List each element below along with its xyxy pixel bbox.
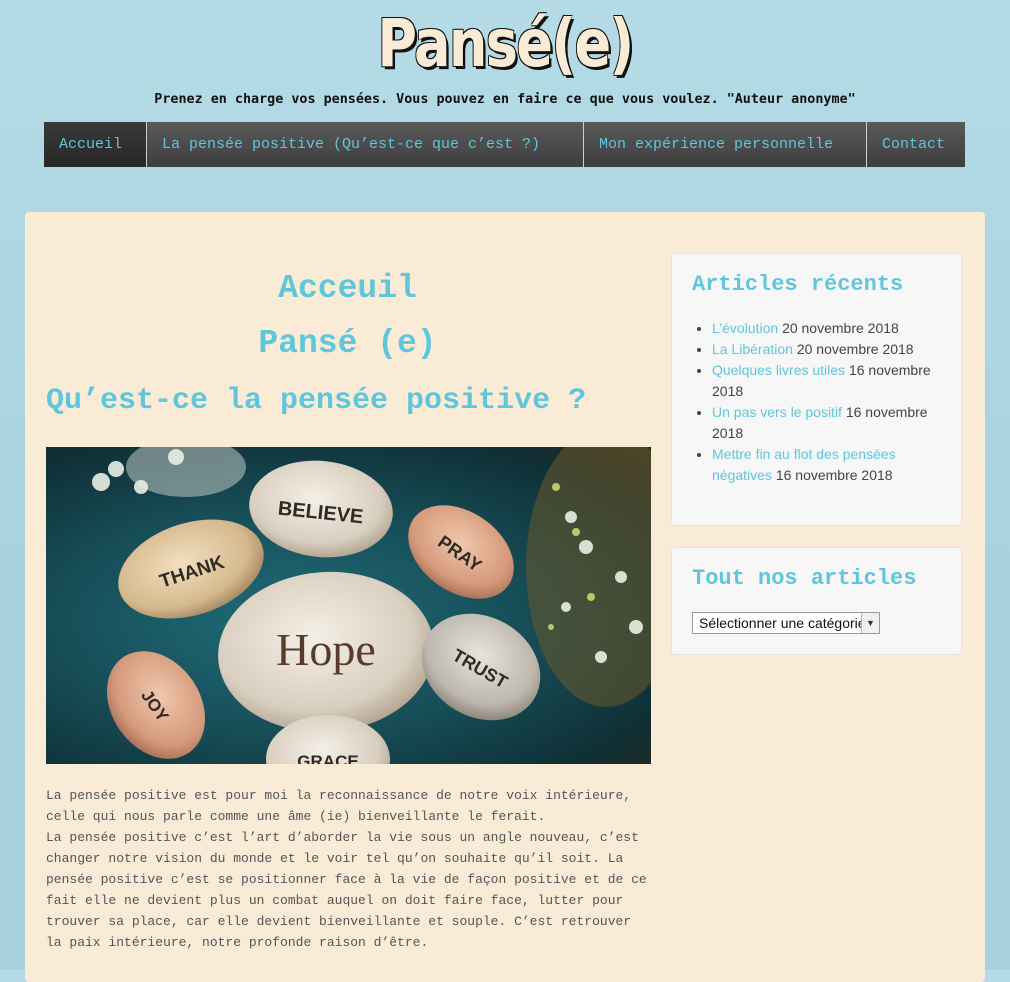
recent-articles-title: Articles récents bbox=[692, 272, 904, 297]
list-item: Quelques livres utiles 16 novembre 2018 bbox=[712, 360, 952, 402]
post-date: 20 novembre 2018 bbox=[796, 341, 914, 357]
category-select[interactable]: Sélectionner une catégorie ▼ bbox=[692, 612, 880, 634]
recent-articles-widget: Articles récents L’évolution 20 novembre… bbox=[671, 253, 962, 526]
article-paragraph-2: La pensée positive c’est l’art d’aborder… bbox=[46, 830, 647, 950]
stones-illustration: BELIEVE THANK PRAY TRUST JOY GRACE Hope bbox=[92, 447, 651, 764]
article-body: La pensée positive est pour moi la recon… bbox=[46, 785, 651, 953]
article-paragraph-1: La pensée positive est pour moi la recon… bbox=[46, 788, 632, 824]
site-tagline: Prenez en charge vos pensées. Vous pouve… bbox=[154, 92, 856, 107]
nav-item-contact[interactable]: Contact bbox=[867, 122, 965, 167]
post-date: 16 novembre 2018 bbox=[775, 467, 893, 483]
chevron-down-icon[interactable]: ▼ bbox=[861, 613, 879, 633]
recent-article-link[interactable]: L’évolution bbox=[712, 320, 778, 336]
list-item: Un pas vers le positif 16 novembre 2018 bbox=[712, 402, 952, 444]
section-heading: Qu’est-ce la pensée positive ? bbox=[46, 384, 587, 418]
list-item: La Libération 20 novembre 2018 bbox=[712, 339, 952, 360]
page-title: Acceuil bbox=[278, 270, 417, 307]
recent-article-link[interactable]: La Libération bbox=[712, 341, 793, 357]
main-nav: Accueil La pensée positive (Qu’est-ce qu… bbox=[44, 122, 965, 167]
categories-widget: Tout nos articles Sélectionner une catég… bbox=[671, 547, 962, 655]
stone-text-hope: Hope bbox=[276, 624, 376, 675]
nav-item-accueil[interactable]: Accueil bbox=[44, 122, 147, 167]
recent-article-link[interactable]: Quelques livres utiles bbox=[712, 362, 845, 378]
stone-text-grace: GRACE bbox=[297, 752, 358, 764]
categories-title: Tout nos articles bbox=[692, 566, 917, 591]
list-item: Mettre fin au flot des pensées négatives… bbox=[712, 444, 952, 486]
category-select-value: Sélectionner une catégorie bbox=[699, 615, 866, 631]
page-subtitle: Pansé (e) bbox=[258, 325, 437, 362]
list-item: L’évolution 20 novembre 2018 bbox=[712, 318, 952, 339]
recent-articles-list: L’évolution 20 novembre 2018 La Libérati… bbox=[692, 318, 952, 486]
hero-image-stones: BELIEVE THANK PRAY TRUST JOY GRACE Hope bbox=[46, 447, 651, 764]
post-date: 20 novembre 2018 bbox=[782, 320, 899, 336]
nav-item-experience[interactable]: Mon expérience personnelle bbox=[584, 122, 867, 167]
recent-article-link[interactable]: Un pas vers le positif bbox=[712, 404, 842, 420]
nav-item-pensee-positive[interactable]: La pensée positive (Qu’est-ce que c’est … bbox=[147, 122, 584, 167]
site-title[interactable]: Pansé(e) bbox=[91, 4, 919, 84]
